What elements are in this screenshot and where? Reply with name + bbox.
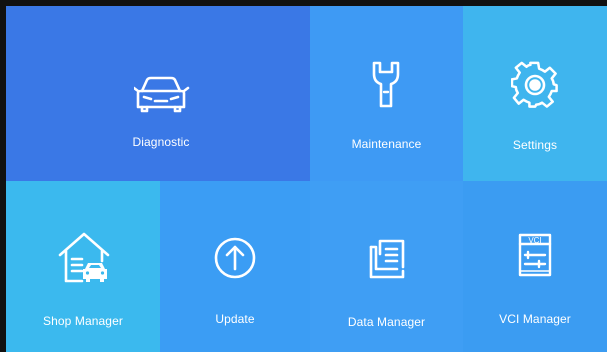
shop-manager-tile[interactable]: Shop Manager (6, 181, 160, 352)
maintenance-tile[interactable]: Maintenance (310, 6, 463, 181)
app-frame: Diagnostic Maintenance Settings Shop Man… (0, 0, 607, 352)
maintenance-label: Maintenance (351, 137, 422, 151)
update-tile[interactable]: Update (160, 181, 310, 352)
data-manager-label: Data Manager (347, 315, 426, 329)
vci-manager-label: VCI Manager (499, 312, 571, 326)
car-icon (134, 76, 190, 113)
settings-label: Settings (512, 138, 558, 152)
gear-icon (511, 61, 558, 108)
shop-manager-label: Shop Manager (43, 314, 123, 328)
diagnostic-label: Diagnostic (132, 135, 190, 149)
diagnostic-tile[interactable]: Diagnostic (6, 6, 310, 181)
vci-manager-tile[interactable]: VCI VCI Manager (463, 181, 607, 352)
arrow-up-circle-icon (214, 237, 256, 279)
garage-icon (58, 232, 110, 283)
data-manager-tile[interactable]: Data Manager (310, 181, 463, 352)
wrench-icon (372, 61, 400, 108)
update-label: Update (215, 312, 255, 326)
documents-icon (369, 239, 405, 279)
settings-tile[interactable]: Settings (463, 6, 607, 181)
vci-device-text: VCI (528, 236, 542, 245)
home-menu-grid: Diagnostic Maintenance Settings Shop Man… (6, 6, 607, 352)
